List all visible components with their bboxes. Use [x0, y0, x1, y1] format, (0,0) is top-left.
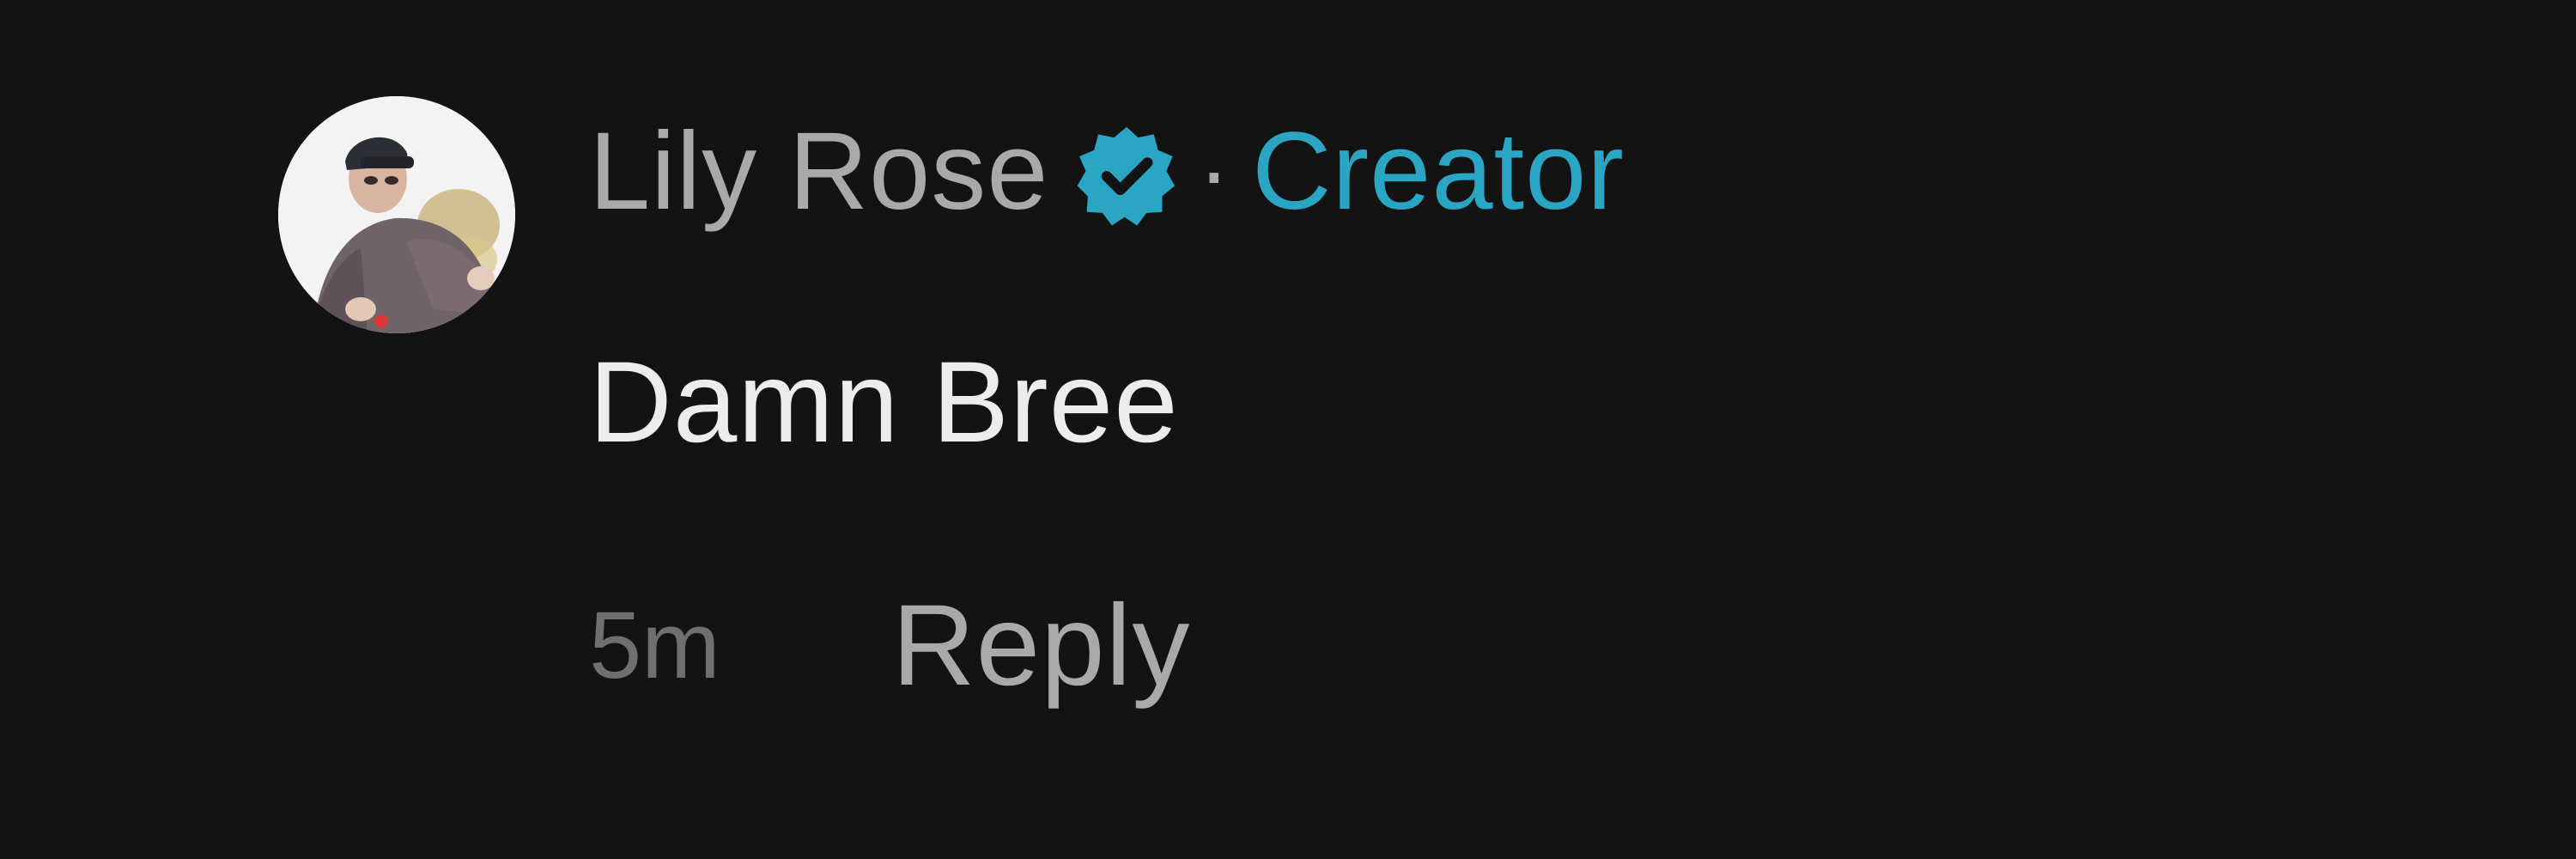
creator-tag: Creator — [1252, 110, 1625, 233]
comment-screen: Lily Rose · Creator Damn Bree 5m Reply — [0, 0, 2576, 859]
comment-header: Lily Rose · Creator — [589, 112, 1625, 232]
reply-button[interactable]: Reply — [892, 586, 1191, 706]
separator-dot: · — [1198, 119, 1230, 224]
timestamp: 5m — [589, 593, 720, 698]
comment-text: Damn Bree — [589, 338, 1179, 466]
comment-item: Lily Rose · Creator Damn Bree 5m Reply — [0, 0, 2576, 859]
comment-meta: 5m Reply — [589, 586, 1190, 706]
author-name[interactable]: Lily Rose — [589, 112, 1048, 232]
verified-badge-icon — [1074, 123, 1179, 228]
avatar-photo-icon — [278, 96, 515, 333]
avatar[interactable] — [278, 96, 515, 333]
